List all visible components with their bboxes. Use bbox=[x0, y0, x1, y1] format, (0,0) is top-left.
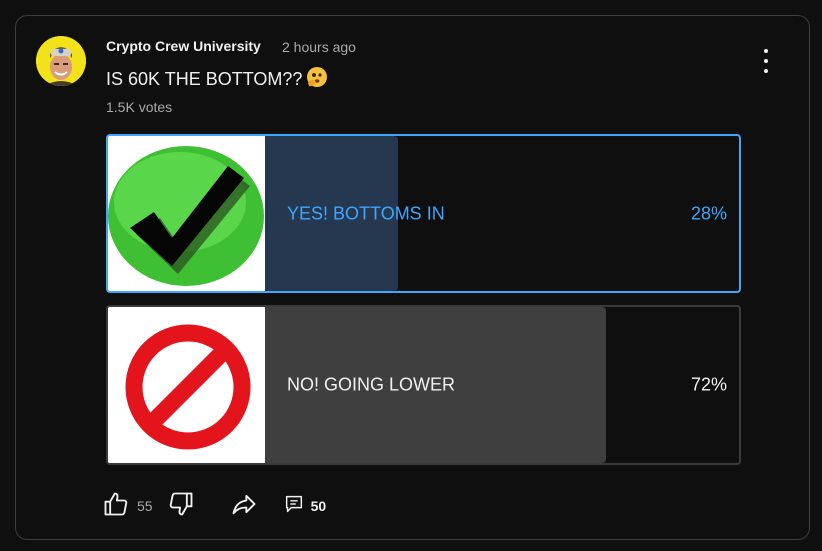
post-title-text: IS 60K THE BOTTOM?? bbox=[106, 69, 303, 89]
more-actions-menu-button[interactable] bbox=[754, 48, 778, 74]
poll-option-yes[interactable]: YES! BOTTOMS IN 28% bbox=[106, 134, 741, 293]
post-title: IS 60K THE BOTTOM?? bbox=[106, 66, 328, 93]
vote-count: 1.5K votes bbox=[106, 99, 173, 115]
menu-dot-icon bbox=[764, 69, 768, 73]
channel-name-link[interactable]: Crypto Crew University bbox=[106, 38, 261, 54]
comment-count: 50 bbox=[310, 498, 327, 514]
menu-dot-icon bbox=[764, 49, 768, 53]
poll-option-percent: 28% bbox=[690, 203, 727, 223]
peeking-face-emoji bbox=[306, 66, 328, 93]
menu-dot-icon bbox=[764, 59, 768, 63]
channel-avatar[interactable] bbox=[36, 36, 86, 86]
share-icon bbox=[229, 490, 259, 523]
share-button[interactable] bbox=[229, 490, 259, 523]
poll-option-no[interactable]: NO! GOING LOWER 72% bbox=[106, 305, 741, 465]
thumbs-down-icon bbox=[167, 490, 195, 523]
thumbs-up-icon bbox=[102, 490, 130, 523]
like-button[interactable]: 55 bbox=[102, 490, 153, 523]
red-prohibition-icon bbox=[108, 307, 265, 463]
poll-option-label: NO! GOING LOWER bbox=[287, 374, 456, 395]
poll-option-label: YES! BOTTOMS IN bbox=[287, 203, 445, 223]
post-timestamp-link[interactable]: 2 hours ago bbox=[282, 39, 356, 55]
like-count: 55 bbox=[137, 498, 153, 514]
post-actions-bar: 55 50 bbox=[102, 491, 326, 521]
dislike-button[interactable] bbox=[167, 490, 195, 523]
comments-button[interactable]: 50 bbox=[283, 493, 327, 520]
comment-icon bbox=[283, 493, 305, 520]
poll-option-percent: 72% bbox=[690, 374, 727, 395]
green-checkmark-icon bbox=[108, 136, 265, 291]
